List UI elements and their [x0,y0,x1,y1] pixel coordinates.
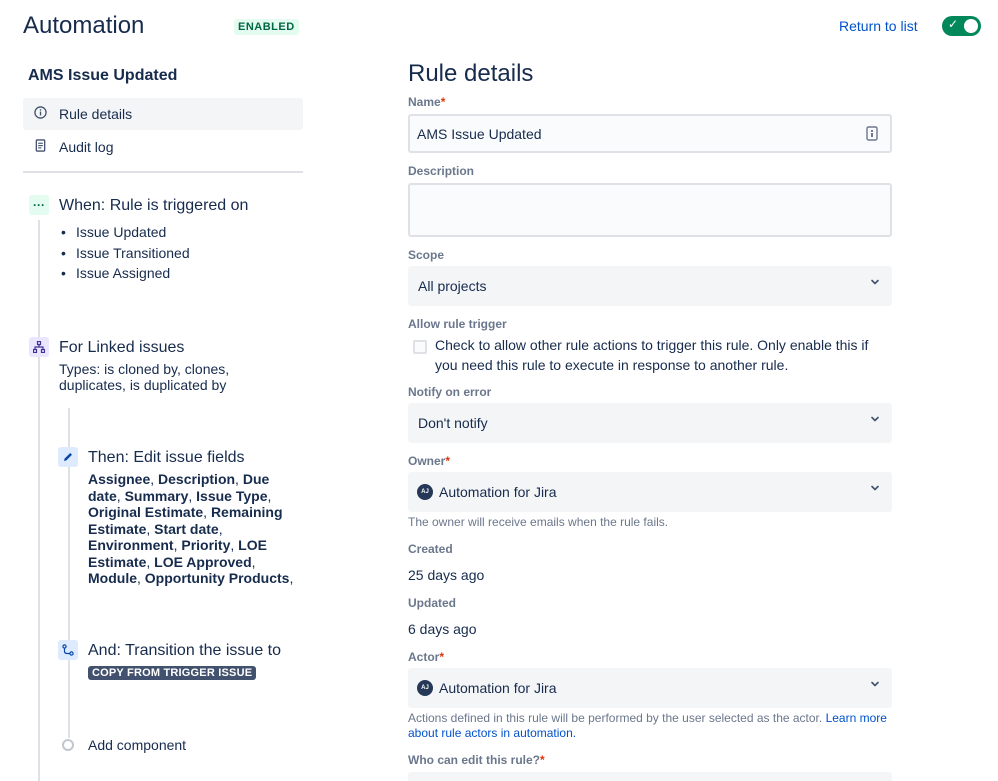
actor-value: Automation for Jira [439,680,557,696]
scope-value: All projects [418,278,487,294]
actor-helper-text: Actions defined in this rule will be per… [408,711,892,741]
branch-title[interactable]: For Linked issues [59,339,184,357]
field-name: Environment [88,537,174,553]
sidebar-item-label: Rule details [59,106,133,122]
field-name: Opportunity Products [144,570,290,586]
required-marker: * [440,95,446,109]
avatar: AJ [417,680,433,696]
allow-trigger-text: Check to allow other rule actions to tri… [435,337,869,373]
rule-enabled-toggle[interactable]: ✓ [942,16,981,36]
edit-fields-list: Assignee, Description, Due date, Summary… [88,471,294,586]
allow-trigger-label: Allow rule trigger [408,317,507,331]
avatar: AJ [417,484,433,500]
list-item: Issue Transitioned [61,243,190,264]
field-name: Summary [124,487,189,504]
actor-helper-body: Actions defined in this rule will be per… [408,711,826,725]
actor-select[interactable]: AJ Automation for Jira [408,668,892,708]
check-icon: ✓ [948,17,959,31]
scope-label: Scope [408,248,445,262]
sidebar-item-label: Audit log [59,139,114,155]
return-to-list-link[interactable]: Return to list [839,18,918,34]
field-details-icon[interactable] [866,126,878,144]
notify-value: Don't notify [418,415,488,431]
owner-helper-text: The owner will receive emails when the r… [408,515,669,529]
sidebar-item-rule-details[interactable]: Rule details [23,98,303,130]
status-badge: ENABLED [234,19,299,35]
field-name: Priority [181,537,231,553]
required-marker: * [439,650,445,664]
branch-icon[interactable] [29,337,49,357]
created-value: 25 days ago [408,567,485,583]
name-input-value: AMS Issue Updated [417,125,542,142]
description-input[interactable] [408,183,892,237]
owner-select[interactable]: AJ Automation for Jira [408,472,892,512]
field-name: Assignee [88,471,151,487]
updated-value: 6 days ago [408,621,477,637]
actor-label: Actor* [408,650,444,664]
name-label: Name* [408,95,445,109]
created-label: Created [408,542,453,556]
audit-log-icon [32,139,48,155]
name-label-text: Name [408,95,441,109]
add-component-button[interactable]: Add component [88,737,186,753]
actor-label-text: Actor [408,650,440,664]
notify-select[interactable]: Don't notify [408,403,892,443]
transition-action-title[interactable]: And: Transition the issue to [88,642,281,660]
owner-label-text: Owner [408,454,446,468]
chevron-down-icon [871,681,879,687]
scope-select[interactable]: All projects [408,266,892,306]
allow-trigger-checkbox[interactable] [413,340,427,354]
list-item: Issue Assigned [61,263,190,284]
owner-label: Owner* [408,454,450,468]
rule-details-title: Rule details [408,60,534,87]
updated-label: Updated [408,596,456,610]
list-item: Issue Updated [61,222,190,243]
page-title: Automation [23,12,145,39]
field-name: Original Estimate [88,504,204,520]
transition-icon[interactable] [58,640,78,660]
sidebar-rule-name: AMS Issue Updated [28,67,178,84]
toggle-knob [964,19,978,33]
chevron-down-icon [871,485,879,491]
field-name: Module [88,570,137,586]
branch-description: Types: is cloned by, clones, duplicates,… [59,361,230,393]
timeline-line [38,220,40,781]
field-name: LOE Approved [154,553,252,570]
trigger-icon[interactable]: ··· [29,195,49,215]
description-label: Description [408,164,475,178]
edit-action-title[interactable]: Then: Edit issue fields [88,449,245,467]
name-input[interactable]: AMS Issue Updated [408,114,892,153]
owner-value: Automation for Jira [439,484,557,500]
chevron-down-icon [871,279,879,285]
transition-lozenge: COPY FROM TRIGGER ISSUE [88,666,257,680]
sidebar-divider [23,171,303,173]
chevron-down-icon [871,416,879,422]
required-marker: * [540,753,545,767]
who-can-edit-label: Who can edit this rule?* [408,753,545,767]
trigger-title[interactable]: When: Rule is triggered on [59,197,248,215]
required-marker: * [445,454,451,468]
sidebar-item-audit-log[interactable]: Audit log [23,131,303,163]
add-component-dot[interactable] [62,739,74,751]
edit-icon[interactable] [58,447,78,467]
notify-label: Notify on error [408,385,492,399]
field-name: Start date [154,520,219,537]
field-name: Description [158,471,236,487]
info-icon [32,106,48,122]
field-name: Issue Type [196,487,268,504]
trigger-list: Issue Updated Issue Transitioned Issue A… [61,222,190,284]
who-can-edit-select[interactable] [408,772,892,781]
who-can-edit-label-text: Who can edit this rule? [408,753,541,767]
